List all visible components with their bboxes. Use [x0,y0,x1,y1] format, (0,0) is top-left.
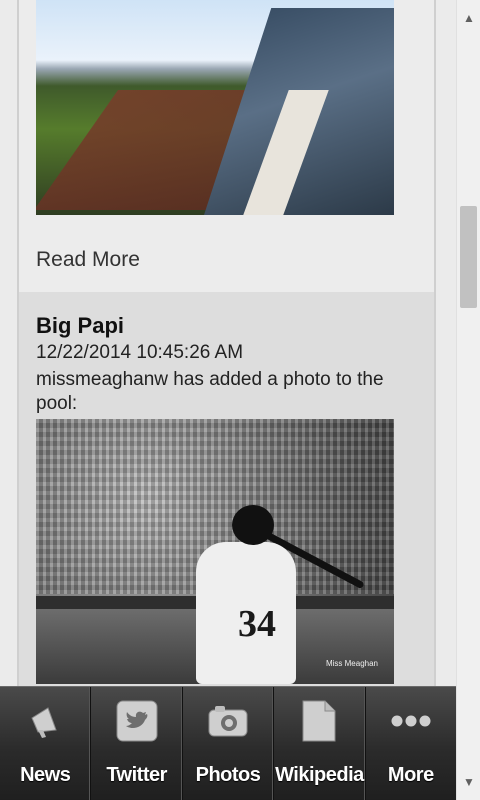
ellipsis-icon [388,700,434,742]
bottom-tab-bar: News Twitter Photos Wikipedia More [0,686,456,800]
stadium-photo[interactable] [36,0,394,215]
megaphone-icon [22,700,68,742]
tab-more[interactable]: More [366,687,456,800]
post-title[interactable]: Big Papi [36,313,124,339]
tab-news[interactable]: News [0,687,92,800]
scrollbar-thumb[interactable] [460,206,477,308]
tab-label: Twitter [106,764,167,786]
post-text: missmeaghanw has added a photo to the po… [36,369,384,414]
document-icon [296,700,342,742]
tab-label: News [20,764,71,786]
jersey: 34 [196,542,296,684]
photo-signature: Miss Meaghan [325,659,378,668]
camera-icon [205,700,251,742]
tab-label: More [387,764,434,786]
tab-label: Photos [195,764,261,786]
scroll-down-arrow-icon[interactable]: ▼ [457,770,480,794]
jersey-number: 34 [238,603,276,645]
scroll-up-arrow-icon[interactable]: ▲ [457,6,480,30]
feed-viewport[interactable]: Read More Big Papi 12/22/2014 10:45:26 A… [0,0,456,800]
feed-list: Read More Big Papi 12/22/2014 10:45:26 A… [17,0,436,800]
tab-photos[interactable]: Photos [183,687,275,800]
helmet [232,505,274,545]
tab-label: Wikipedia [275,764,364,786]
tab-wikipedia[interactable]: Wikipedia [274,687,366,800]
feed-item[interactable]: Read More [19,0,434,292]
batter-photo[interactable]: 34 Miss Meaghan [36,419,394,684]
tab-twitter[interactable]: Twitter [91,687,183,800]
read-more-link[interactable]: Read More [36,248,140,272]
vertical-scrollbar[interactable]: ▲ ▼ [456,0,480,800]
twitter-bird-icon [114,700,160,742]
post-date: 12/22/2014 10:45:26 AM [36,342,244,363]
player: 34 [186,497,365,684]
